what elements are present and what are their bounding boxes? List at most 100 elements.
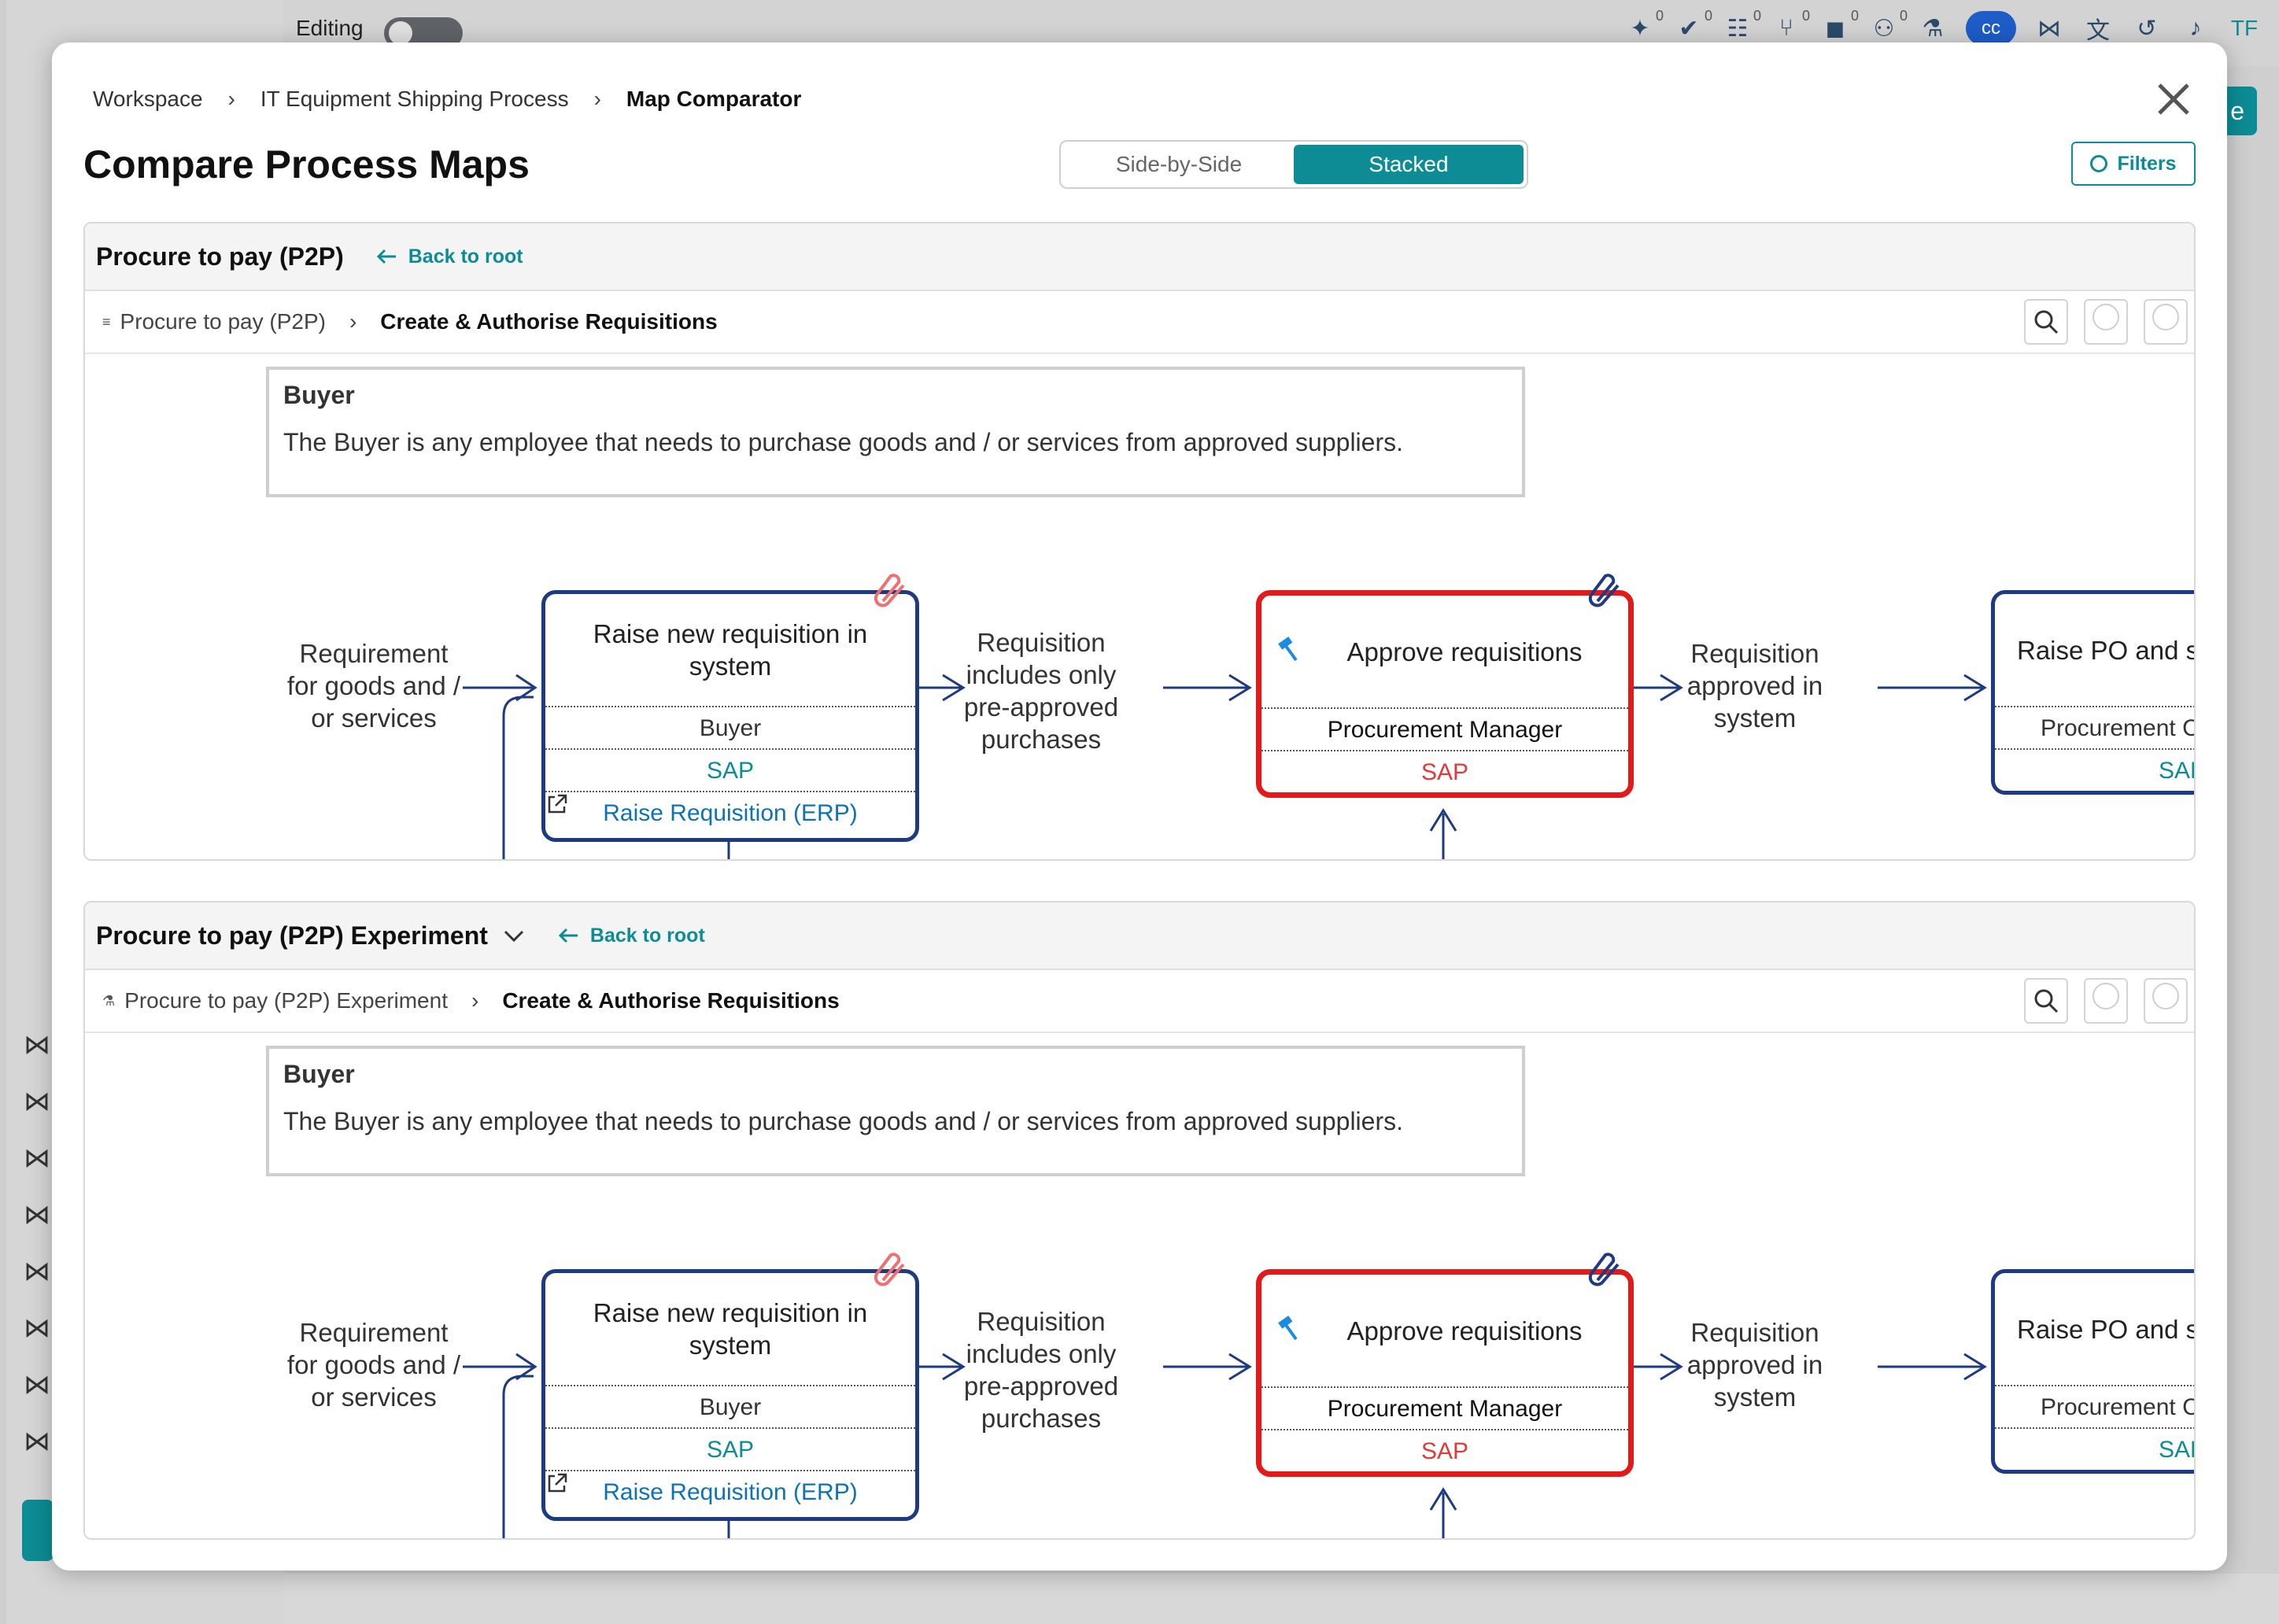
view-stacked[interactable]: Stacked: [1294, 145, 1524, 184]
panel-title[interactable]: Procure to pay (P2P) Experiment: [96, 921, 488, 950]
swimlane-description: Buyer The Buyer is any employee that nee…: [266, 367, 1525, 497]
step-title: Raise new requisition in system: [593, 1298, 868, 1360]
branch-icon[interactable]: ⑂ 0: [1771, 8, 1810, 44]
zoom-button[interactable]: [2084, 299, 2128, 345]
step-link[interactable]: Raise Requisition (ERP): [545, 791, 915, 835]
circle-icon: [2092, 983, 2119, 1009]
translate-icon[interactable]: 文: [2082, 13, 2114, 44]
breadcrumb-workspace[interactable]: Workspace: [93, 87, 203, 112]
map-panel-primary: Procure to pay (P2P) Back to root ≡ Proc…: [83, 222, 2196, 861]
attachment-icon[interactable]: [1586, 1250, 1626, 1290]
filters-button[interactable]: Filters: [2071, 142, 2196, 186]
event-start[interactable]: Requirement for goods and / or services: [283, 1316, 464, 1413]
people-icon[interactable]: ⚇ 0: [1868, 8, 1908, 44]
process-icon: ⋈: [24, 1370, 50, 1400]
panel-breadcrumb: ⚗ Procure to pay (P2P) Experiment › Crea…: [85, 970, 2194, 1033]
toolbar-icons: ✦ 0 ✔ 0 ☷ 0 ⑂ 0 ◼ 0 ⚇ 0 ⚗ cc ⋈ 文 ↺ ♪ TF: [1624, 8, 2260, 46]
step-owner: Buyer: [545, 1385, 915, 1429]
hierarchy-icon[interactable]: ☷ 0: [1722, 8, 1761, 44]
flask-icon: ⚗: [102, 992, 116, 1009]
breadcrumb-separator-icon: ›: [593, 87, 601, 111]
panel-tools: [2024, 978, 2188, 1024]
step-system: SAP: [1261, 750, 1628, 792]
event-preapproved[interactable]: Requisition includes only pre-approved p…: [951, 1305, 1132, 1434]
step-link[interactable]: Raise Requisition (ERP): [545, 1470, 915, 1514]
flask-icon[interactable]: ⚗: [1917, 13, 1948, 44]
map-panel-comparison: Procure to pay (P2P) Experiment Back to …: [83, 901, 2196, 1540]
view-mode-toggle: Side-by-Side Stacked: [1059, 140, 1528, 189]
event-approved[interactable]: Requisition approved in system: [1664, 637, 1845, 734]
panel-breadcrumb: ≡ Procure to pay (P2P) › Create & Author…: [85, 291, 2194, 354]
panel-breadcrumb-root[interactable]: Procure to pay (P2P): [120, 309, 326, 334]
process-step-raise-requisition[interactable]: Raise new requisition in system Buyer SA…: [541, 590, 919, 842]
notification-icon[interactable]: ♪: [2180, 13, 2211, 44]
pin-icon[interactable]: ✦ 0: [1624, 8, 1664, 44]
filter-icon: [2090, 155, 2108, 172]
breadcrumb: Workspace › IT Equipment Shipping Proces…: [93, 87, 801, 112]
attachment-icon[interactable]: [872, 571, 911, 611]
panel-breadcrumb-current: Create & Authorise Requisitions: [380, 309, 718, 334]
process-step-approve-requisitions[interactable]: Approve requisitions Procurement Manager…: [1256, 590, 1634, 798]
step-title: Approve requisitions: [1346, 1316, 1583, 1345]
share-icon[interactable]: ⋈: [2033, 13, 2065, 44]
step-owner: Procurement C: [1995, 1385, 2194, 1429]
circle-icon: [2152, 983, 2179, 1009]
arrow-left-icon: [558, 928, 578, 943]
event-approved[interactable]: Requisition approved in system: [1664, 1316, 1845, 1413]
filters-label: Filters: [2117, 152, 2177, 175]
event-start[interactable]: Requirement for goods and / or services: [283, 637, 464, 734]
external-link-icon: [548, 794, 567, 814]
panel-breadcrumb-root[interactable]: Procure to pay (P2P) Experiment: [124, 988, 448, 1013]
background-bottom-button[interactable]: [22, 1500, 54, 1561]
user-initials[interactable]: TF: [2229, 13, 2260, 44]
check-badge-icon[interactable]: ✔ 0: [1673, 8, 1712, 44]
close-icon[interactable]: [2152, 77, 2196, 121]
step-title: Raise new requisition in system: [593, 619, 868, 681]
page-title: Compare Process Maps: [83, 142, 530, 186]
lane-title: Buyer: [283, 1060, 355, 1088]
process-icon: ⋈: [24, 1427, 50, 1456]
fit-button[interactable]: [2144, 978, 2188, 1024]
swimlane-description: Buyer The Buyer is any employee that nee…: [266, 1046, 1525, 1176]
back-to-root-link[interactable]: Back to root: [557, 925, 705, 947]
panel-header: Procure to pay (P2P) Experiment Back to …: [85, 902, 2194, 970]
process-step-raise-requisition[interactable]: Raise new requisition in system Buyer SA…: [541, 1269, 919, 1521]
background-bottom-strip: [283, 1574, 2279, 1624]
map-canvas: Buyer The Buyer is any employee that nee…: [85, 1033, 2194, 1538]
lane-description: The Buyer is any employee that needs to …: [283, 1107, 1403, 1135]
step-owner: Procurement Manager: [1261, 1386, 1628, 1430]
compare-maps-modal: Workspace › IT Equipment Shipping Proces…: [52, 42, 2227, 1570]
layers-icon: ≡: [102, 313, 111, 330]
view-side-by-side[interactable]: Side-by-Side: [1064, 145, 1294, 184]
step-system: SAP: [1261, 1429, 1628, 1471]
panel-title: Procure to pay (P2P): [96, 242, 344, 271]
attachment-icon[interactable]: [1586, 571, 1626, 611]
breadcrumb-separator-icon: ›: [227, 87, 235, 111]
process-icon: ⋈: [24, 1030, 50, 1060]
event-preapproved[interactable]: Requisition includes only pre-approved p…: [951, 626, 1132, 755]
background-list-icons: ⋈ ⋈ ⋈ ⋈ ⋈ ⋈ ⋈ ⋈: [24, 1029, 52, 1470]
search-icon: [2034, 989, 2059, 1013]
process-step-raise-po[interactable]: Raise PO and se Procurement C SAF: [1991, 1269, 2194, 1474]
search-icon: [2034, 310, 2059, 334]
process-icon: ⋈: [24, 1200, 50, 1230]
chevron-down-icon[interactable]: [502, 924, 526, 947]
map-canvas: Buyer The Buyer is any employee that nee…: [85, 354, 2194, 859]
zoom-button[interactable]: [2084, 978, 2128, 1024]
comment-icon[interactable]: ◼ 0: [1819, 8, 1859, 44]
process-icon: ⋈: [24, 1143, 50, 1173]
circle-icon: [2092, 304, 2119, 330]
process-step-raise-po[interactable]: Raise PO and se Procurement C SAF: [1991, 590, 2194, 795]
avatar[interactable]: cc: [1966, 11, 2016, 46]
search-button[interactable]: [2024, 978, 2068, 1024]
step-owner: Buyer: [545, 706, 915, 750]
history-icon[interactable]: ↺: [2131, 13, 2163, 44]
search-button[interactable]: [2024, 299, 2068, 345]
process-step-approve-requisitions[interactable]: Approve requisitions Procurement Manager…: [1256, 1269, 1634, 1477]
back-to-root-link[interactable]: Back to root: [375, 245, 523, 268]
panel-tools: [2024, 299, 2188, 345]
fit-button[interactable]: [2144, 299, 2188, 345]
panel-header: Procure to pay (P2P) Back to root: [85, 223, 2194, 291]
attachment-icon[interactable]: [872, 1250, 911, 1290]
breadcrumb-process[interactable]: IT Equipment Shipping Process: [260, 87, 569, 112]
